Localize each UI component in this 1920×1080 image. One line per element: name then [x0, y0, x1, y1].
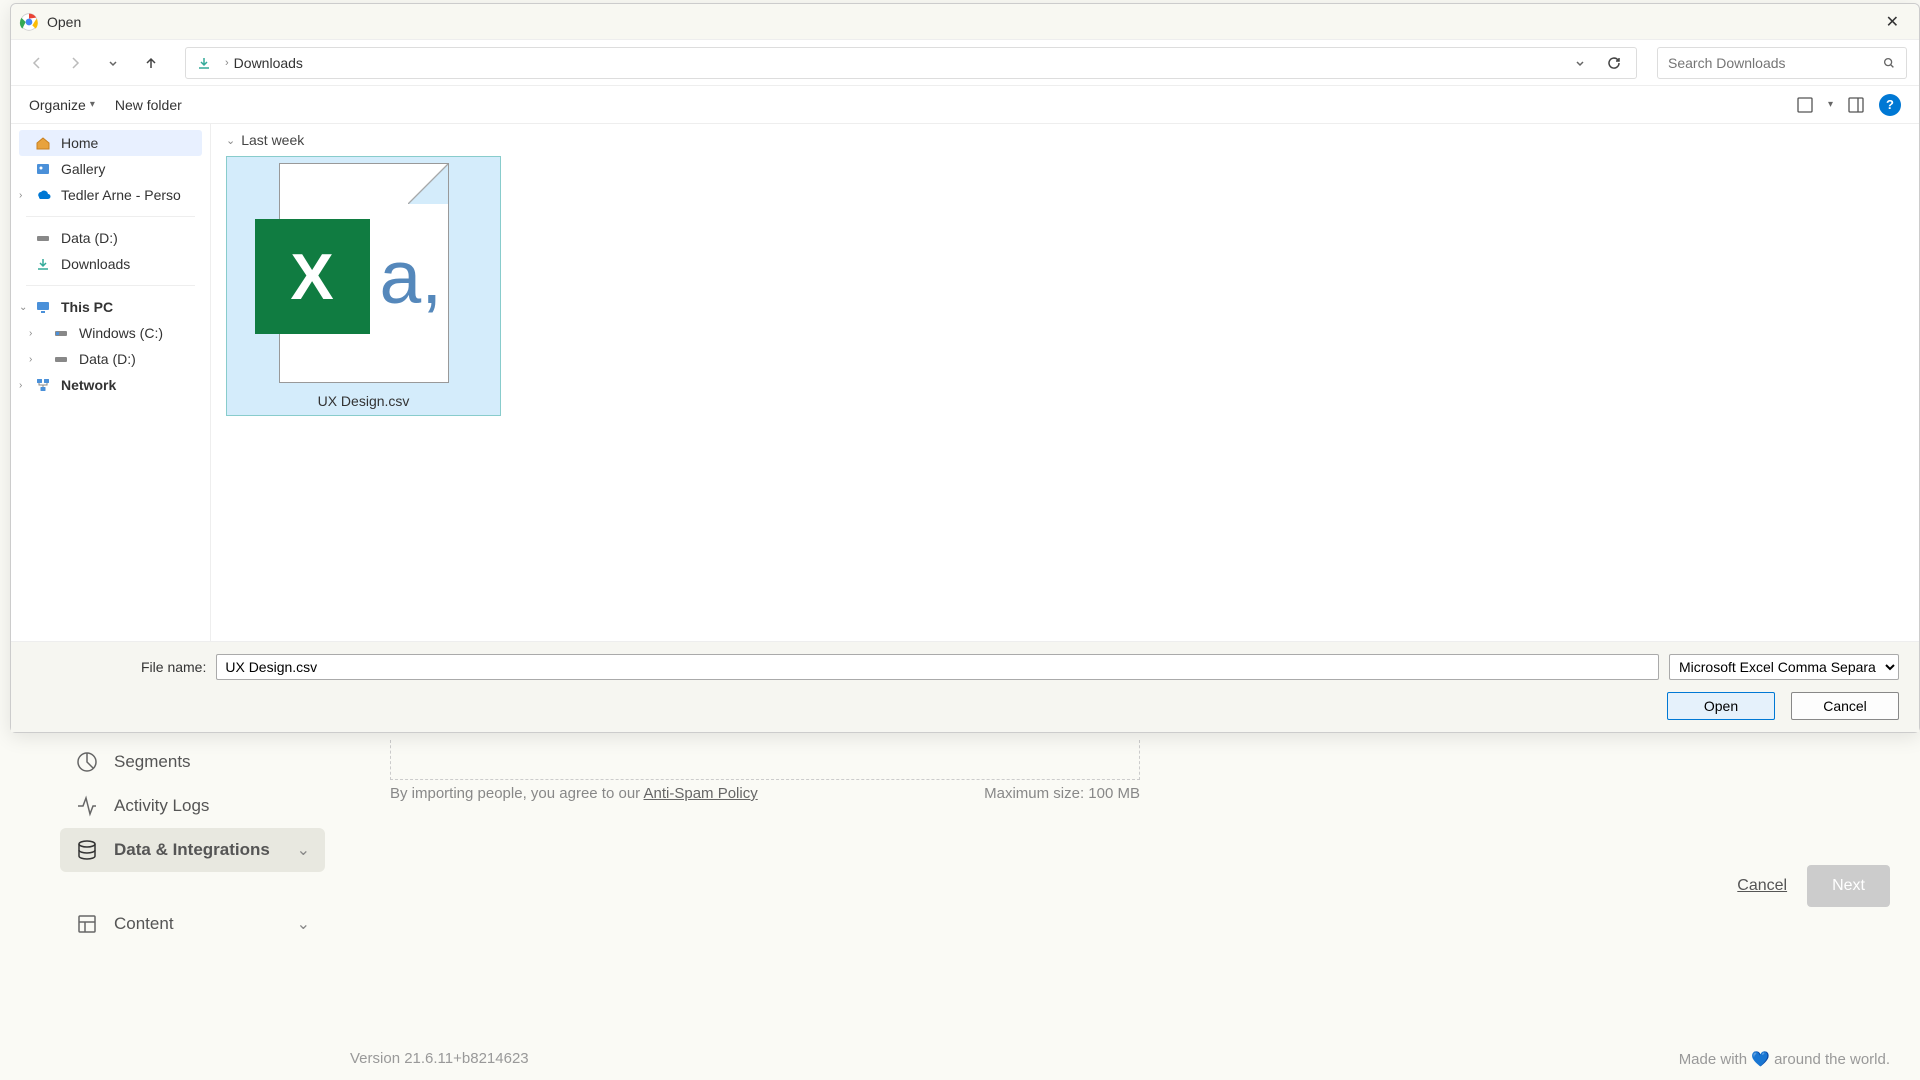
toolbar: Organize ▾ New folder ▾ ? — [11, 86, 1919, 124]
expand-icon[interactable]: › — [29, 328, 32, 339]
downloads-icon — [35, 256, 53, 272]
sidebar-item-downloads[interactable]: Downloads — [11, 251, 210, 277]
bg-sidebar: Segments Activity Logs Data & Integratio… — [60, 740, 325, 946]
sidebar-item-this-pc[interactable]: ⌄ This PC — [11, 294, 210, 320]
button-row: Open Cancel — [31, 692, 1899, 720]
refresh-button[interactable] — [1602, 51, 1626, 75]
filename-label: File name: — [31, 659, 206, 675]
new-folder-button[interactable]: New folder — [115, 97, 182, 113]
view-mode-button[interactable] — [1794, 94, 1816, 116]
close-button[interactable]: ✕ — [1874, 8, 1911, 36]
sidebar-item-data-integrations[interactable]: Data & Integrations ⌄ — [60, 828, 325, 872]
sidebar-item-windows-c[interactable]: › Windows (C:) — [11, 320, 210, 346]
chevron-down-icon: ⌄ — [226, 134, 235, 147]
search-icon — [1882, 56, 1896, 70]
back-button[interactable] — [23, 49, 51, 77]
home-icon — [35, 135, 53, 151]
excel-badge-icon: X — [255, 219, 370, 334]
sidebar-divider — [26, 216, 195, 217]
breadcrumb-separator: › — [225, 57, 229, 69]
bg-cancel-link[interactable]: Cancel — [1737, 877, 1787, 895]
file-item-ux-design[interactable]: X a, UX Design.csv — [226, 156, 501, 416]
nav-bar: › Downloads — [11, 40, 1919, 86]
heart-icon: 💙 — [1751, 1051, 1770, 1068]
footer-text: Made with 💙 around the world. — [1679, 1050, 1890, 1068]
search-box[interactable] — [1657, 47, 1907, 79]
activity-label: Activity Logs — [114, 796, 310, 816]
help-button[interactable]: ? — [1879, 94, 1901, 116]
version-text: Version 21.6.11+b8214623 — [350, 1050, 529, 1068]
sidebar-item-network[interactable]: › Network — [11, 372, 210, 398]
dialog-title: Open — [47, 14, 81, 30]
address-dropdown[interactable] — [1566, 57, 1594, 69]
drive-icon — [35, 230, 53, 246]
upload-target-box[interactable] — [390, 740, 1140, 780]
anti-spam-link[interactable]: Anti-Spam Policy — [644, 785, 758, 802]
onedrive-icon — [35, 187, 53, 203]
bg-action-buttons: Cancel Next — [1737, 865, 1890, 907]
sidebar-item-data-d[interactable]: Data (D:) — [11, 225, 210, 251]
sidebar-item-home[interactable]: Home — [19, 130, 202, 156]
content-label: Content — [114, 914, 297, 934]
network-icon — [35, 377, 53, 393]
sidebar-item-onedrive[interactable]: › Tedler Arne - Personal — [11, 182, 210, 208]
import-footer-row: By importing people, you agree to our An… — [390, 785, 1140, 802]
bg-next-button[interactable]: Next — [1807, 865, 1890, 907]
expand-icon[interactable]: › — [19, 190, 22, 201]
expand-icon[interactable]: ⌄ — [19, 302, 27, 313]
max-size-text: Maximum size: 100 MB — [984, 785, 1140, 802]
drive-icon — [53, 325, 71, 341]
csv-suffix-icon: a, — [380, 234, 443, 320]
segments-icon — [75, 750, 99, 774]
title-bar: Open ✕ — [11, 4, 1919, 40]
sidebar-item-content[interactable]: Content ⌄ — [60, 902, 325, 946]
import-agreement-text: By importing people, you agree to our An… — [390, 785, 758, 802]
page-fold-icon — [408, 164, 448, 204]
cancel-button[interactable]: Cancel — [1791, 692, 1899, 720]
filename-input[interactable] — [216, 654, 1659, 680]
data-label: Data & Integrations — [114, 840, 297, 860]
caret-down-icon: ▾ — [90, 99, 95, 110]
content-icon — [75, 912, 99, 936]
database-icon — [75, 838, 99, 862]
group-header[interactable]: ⌄ Last week — [226, 132, 1904, 148]
breadcrumb-downloads[interactable]: Downloads — [234, 55, 303, 71]
filetype-select[interactable]: Microsoft Excel Comma Separa — [1669, 654, 1899, 680]
file-name-label: UX Design.csv — [318, 393, 410, 409]
drive-icon — [53, 351, 71, 367]
activity-icon — [75, 794, 99, 818]
file-list-area[interactable]: ⌄ Last week X a, UX Design.csv — [211, 124, 1919, 641]
dialog-body: Home Gallery › Tedler Arne - Personal Da… — [11, 124, 1919, 641]
sidebar-divider — [26, 285, 195, 286]
bg-main: By importing people, you agree to our An… — [340, 740, 1900, 802]
organize-button[interactable]: Organize ▾ — [29, 97, 95, 113]
filename-row: File name: Microsoft Excel Comma Separa — [31, 654, 1899, 680]
sidebar-item-activity-logs[interactable]: Activity Logs — [60, 784, 325, 828]
gallery-icon — [35, 161, 53, 177]
file-open-dialog: Open ✕ › Downloads Organize ▾ New folder — [10, 3, 1920, 733]
segments-label: Segments — [114, 752, 310, 772]
up-button[interactable] — [137, 49, 165, 77]
dialog-footer: File name: Microsoft Excel Comma Separa … — [11, 641, 1919, 732]
address-bar[interactable]: › Downloads — [185, 47, 1637, 79]
open-button[interactable]: Open — [1667, 692, 1775, 720]
expand-icon[interactable]: › — [19, 380, 22, 391]
sidebar-item-data-d2[interactable]: › Data (D:) — [11, 346, 210, 372]
sidebar-item-gallery[interactable]: Gallery — [11, 156, 210, 182]
chrome-icon — [19, 12, 39, 32]
file-thumbnail: X a, — [279, 163, 449, 383]
forward-button[interactable] — [61, 49, 89, 77]
recent-dropdown[interactable] — [99, 49, 127, 77]
chevron-down-icon: ⌄ — [297, 840, 310, 860]
sidebar-item-segments[interactable]: Segments — [60, 740, 325, 784]
preview-pane-button[interactable] — [1845, 94, 1867, 116]
search-input[interactable] — [1668, 55, 1882, 71]
chevron-down-icon: ⌄ — [297, 914, 310, 934]
downloads-folder-icon — [196, 55, 212, 71]
folder-sidebar: Home Gallery › Tedler Arne - Personal Da… — [11, 124, 211, 641]
pc-icon — [35, 299, 53, 315]
expand-icon[interactable]: › — [29, 354, 32, 365]
view-dropdown[interactable]: ▾ — [1828, 99, 1833, 110]
bg-footer: Version 21.6.11+b8214623 Made with 💙 aro… — [350, 1050, 1890, 1068]
